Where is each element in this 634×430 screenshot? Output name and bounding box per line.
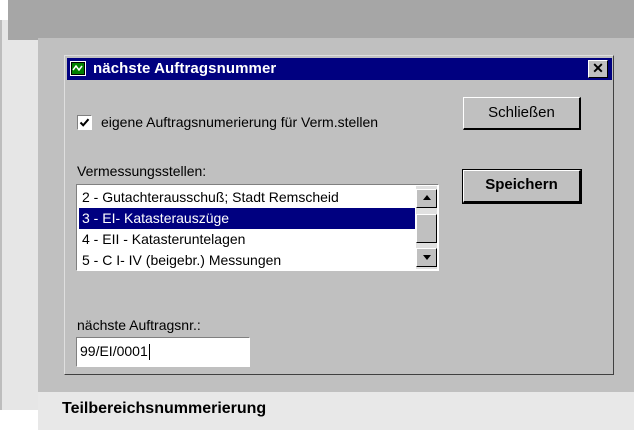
close-window-button[interactable]: ✕	[588, 60, 608, 78]
figure-caption: Teilbereichsnummerierung	[62, 400, 267, 417]
app-icon	[70, 61, 86, 76]
close-icon: ✕	[592, 60, 604, 76]
list-item[interactable]: 4 - EII - Katasteruntelagen	[79, 229, 415, 250]
arrow-down-icon	[423, 255, 431, 260]
screenshot-frame: Teilbereichsnummerierung nächste Auftrag…	[0, 0, 634, 430]
survey-offices-label: Vermessungsstellen:	[77, 163, 207, 179]
arrow-up-icon	[423, 195, 431, 200]
list-item[interactable]: 5 - C I- IV (beigebr.) Messungen	[79, 250, 415, 270]
scroll-up-button[interactable]	[416, 189, 437, 208]
next-number-value: 99/EI/0001	[80, 343, 148, 359]
window-title: nächste Auftragsnummer	[93, 60, 277, 77]
own-numbering-label: eigene Auftragsnumerierung für Verm.stel…	[101, 114, 379, 130]
scroll-thumb[interactable]	[416, 214, 437, 243]
close-button[interactable]: Schließen	[463, 97, 581, 130]
list-item[interactable]: 2 - Gutachterausschuß; Stadt Remscheid	[79, 187, 415, 208]
own-numbering-checkbox[interactable]	[77, 115, 92, 130]
check-icon	[79, 118, 90, 127]
list-item-selected[interactable]: 3 - EI- Katasterauszüge	[79, 208, 415, 229]
text-caret	[148, 344, 150, 361]
outer-panel-top	[8, 0, 634, 40]
scroll-down-button[interactable]	[416, 248, 437, 267]
outer-panel-edge	[0, 20, 2, 410]
next-number-label: nächste Auftragsnr.:	[77, 317, 201, 333]
save-button[interactable]: Speichern	[462, 169, 582, 204]
survey-offices-list[interactable]: 2 - Gutachterausschuß; Stadt Remscheid 3…	[76, 184, 439, 271]
outer-panel-left	[0, 20, 38, 410]
next-number-input[interactable]: 99/EI/0001	[76, 337, 250, 367]
